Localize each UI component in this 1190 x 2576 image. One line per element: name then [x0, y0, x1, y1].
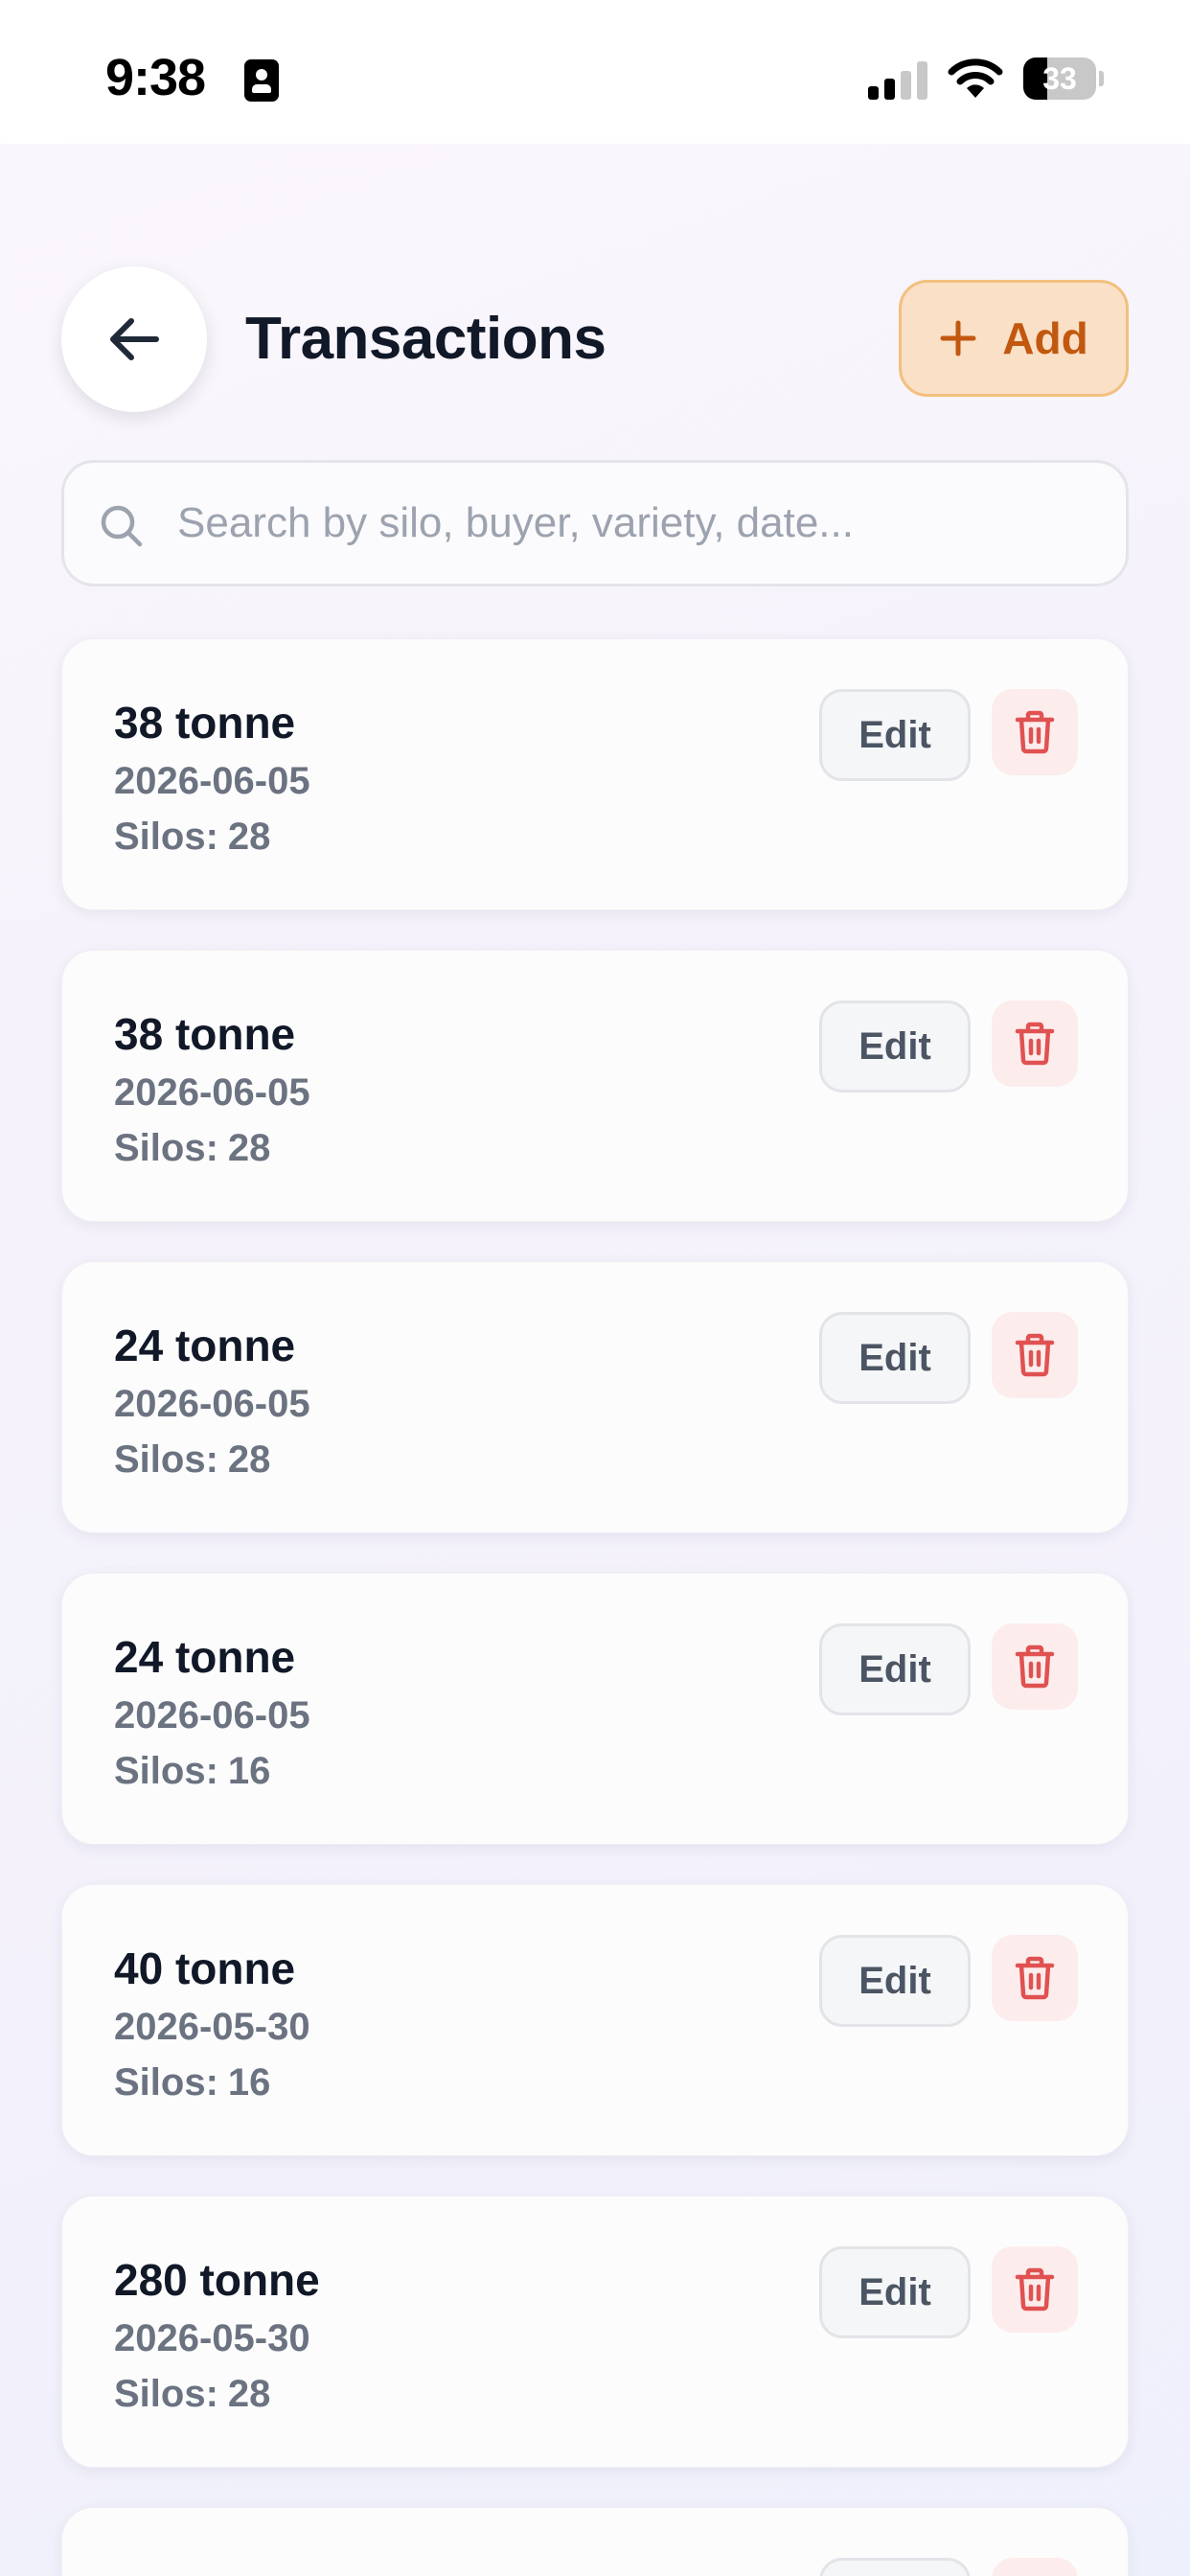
edit-button[interactable]: Edit [819, 689, 971, 781]
back-button[interactable] [61, 266, 207, 412]
add-transaction-button[interactable]: Add [899, 280, 1129, 397]
silos-value: 28 [227, 1127, 271, 1169]
delete-button[interactable] [992, 1000, 1078, 1087]
trash-icon [1015, 1956, 1055, 2000]
trash-icon [1015, 1333, 1055, 1377]
transaction-card-partial[interactable] [61, 2507, 1129, 2576]
add-button-label: Add [1002, 313, 1088, 363]
delete-button[interactable] [992, 689, 1078, 775]
transaction-date: 2026-06-05 [114, 1383, 310, 1425]
search-input[interactable] [177, 463, 1097, 584]
edit-button[interactable] [819, 2558, 971, 2576]
transaction-amount: 24 tonne [114, 1632, 296, 1682]
silos-label: Silos: [114, 1750, 218, 1792]
transaction-card[interactable]: 24 tonne 2026-06-05 Silos: 16 Edit [61, 1573, 1129, 1845]
edit-button[interactable]: Edit [819, 1623, 971, 1715]
silos-value: 28 [227, 816, 271, 858]
silos-label: Silos: [114, 816, 218, 858]
trash-icon [1015, 2267, 1055, 2312]
transaction-card[interactable]: 40 tonne 2026-05-30 Silos: 16 Edit [61, 1884, 1129, 2156]
search-icon [101, 505, 143, 547]
transaction-silos: Silos: 28 [114, 2373, 270, 2416]
wifi-icon [948, 58, 1003, 98]
transaction-silos: Silos: 28 [114, 1127, 270, 1170]
status-bar: 9:38 33 [0, 0, 1190, 144]
transaction-amount: 40 tonne [114, 1944, 296, 1993]
transaction-date: 2026-05-30 [114, 2006, 310, 2048]
transaction-amount: 38 tonne [114, 1009, 296, 1059]
cellular-signal-icon [868, 59, 929, 100]
edit-button[interactable]: Edit [819, 1312, 971, 1404]
trash-icon [1015, 1022, 1055, 1066]
transaction-card[interactable]: 38 tonne 2026-06-05 Silos: 28 Edit [61, 950, 1129, 1222]
transaction-amount: 280 tonne [114, 2255, 320, 2305]
delete-button[interactable] [992, 2558, 1078, 2576]
delete-button[interactable] [992, 1935, 1078, 2021]
silos-value: 16 [227, 1750, 271, 1792]
delete-button[interactable] [992, 2246, 1078, 2333]
transaction-card[interactable]: 280 tonne 2026-05-30 Silos: 28 Edit [61, 2196, 1129, 2468]
transaction-silos: Silos: 16 [114, 1750, 270, 1793]
page-title: Transactions [245, 306, 606, 372]
silos-label: Silos: [114, 2373, 218, 2415]
battery-icon: 33 [1023, 58, 1104, 100]
status-time: 9:38 [105, 49, 206, 106]
edit-button[interactable]: Edit [819, 2246, 971, 2338]
transaction-amount: 38 tonne [114, 698, 296, 748]
arrow-left-icon [110, 318, 159, 360]
silos-label: Silos: [114, 2061, 218, 2104]
search-box[interactable] [61, 460, 1129, 586]
transaction-silos: Silos: 16 [114, 2061, 270, 2104]
transaction-date: 2026-06-05 [114, 1694, 310, 1736]
silos-label: Silos: [114, 1127, 218, 1169]
delete-button[interactable] [992, 1623, 1078, 1710]
silos-value: 28 [227, 2373, 271, 2415]
transaction-date: 2026-06-05 [114, 1071, 310, 1114]
battery-level: 33 [1042, 61, 1077, 96]
transaction-silos: Silos: 28 [114, 816, 270, 859]
edit-button[interactable]: Edit [819, 1935, 971, 2027]
edit-button[interactable]: Edit [819, 1000, 971, 1092]
delete-button[interactable] [992, 1312, 1078, 1398]
transaction-list: 38 tonne 2026-06-05 Silos: 28 Edit 38 ton… [61, 638, 1129, 2576]
silos-label: Silos: [114, 1438, 218, 1481]
transaction-card[interactable]: 24 tonne 2026-06-05 Silos: 28 Edit [61, 1261, 1129, 1533]
transaction-date: 2026-06-05 [114, 760, 310, 802]
silos-value: 16 [227, 2061, 271, 2104]
plus-icon [940, 320, 976, 356]
trash-icon [1015, 1644, 1055, 1689]
transaction-date: 2026-05-30 [114, 2317, 310, 2359]
trash-icon [1015, 710, 1055, 754]
silos-value: 28 [227, 1438, 271, 1481]
contact-card-icon [244, 59, 279, 102]
transaction-amount: 24 tonne [114, 1321, 296, 1370]
transaction-card[interactable]: 38 tonne 2026-06-05 Silos: 28 Edit [61, 638, 1129, 910]
transaction-silos: Silos: 28 [114, 1438, 270, 1482]
